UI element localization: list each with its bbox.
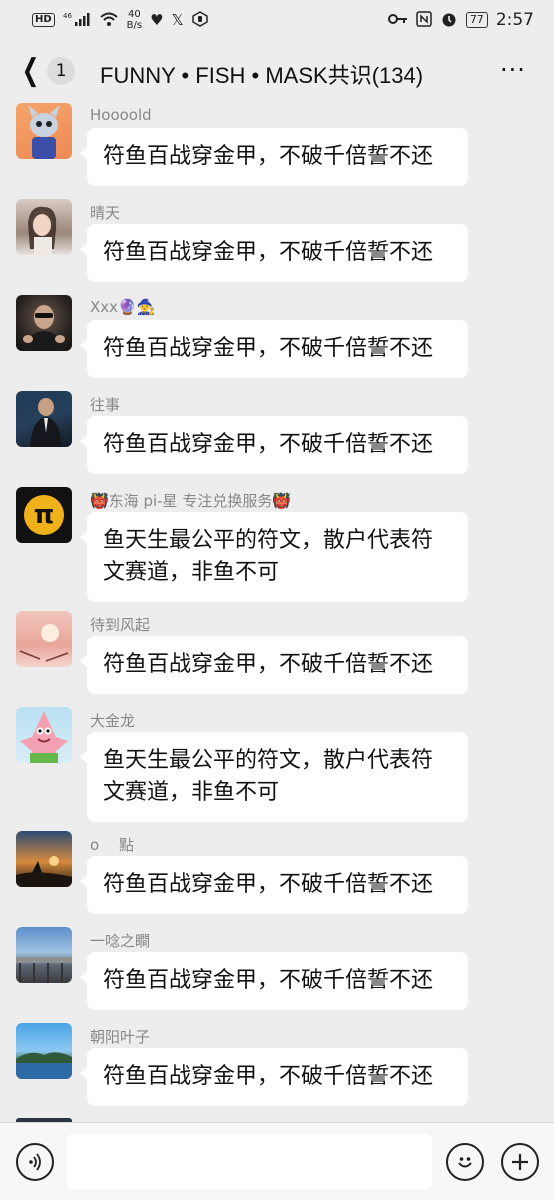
- back-button[interactable]: ❮ 1: [18, 53, 76, 88]
- avatar[interactable]: [16, 199, 72, 255]
- alarm-icon: [440, 10, 458, 31]
- avatar[interactable]: [16, 295, 72, 351]
- nfc-icon: [416, 10, 432, 30]
- message-bubble[interactable]: 符鱼百战穿金甲，不破千倍誓不还: [80, 224, 468, 282]
- message-bubble[interactable]: 符鱼百战穿金甲，不破千倍誓不还: [80, 636, 468, 694]
- hd-badge: HD: [32, 13, 55, 27]
- svg-text:46: 46: [63, 12, 72, 20]
- sender-name: 一唸之瞷: [90, 932, 151, 950]
- sender-name: 大金龙: [90, 712, 136, 730]
- message-input[interactable]: [67, 1134, 432, 1190]
- sender-name: Hoooold: [90, 106, 152, 124]
- message-bubble[interactable]: 符鱼百战穿金甲，不破千倍誓不还: [80, 128, 468, 186]
- avatar[interactable]: [16, 707, 72, 763]
- emoji-icon[interactable]: [446, 1143, 484, 1181]
- pi-logo: π: [24, 495, 64, 535]
- chat-header: ❮ 1 FUNNY • FISH • MASK共识(134) ···: [0, 40, 554, 104]
- avatar[interactable]: [16, 1023, 72, 1079]
- input-bar: [0, 1122, 554, 1200]
- x-logo-icon: 𝕏: [171, 10, 184, 29]
- voice-icon[interactable]: [16, 1143, 54, 1181]
- message-bubble[interactable]: 符鱼百战穿金甲，不破千倍誓不还: [80, 952, 468, 1010]
- sender-name: o 點: [90, 836, 134, 854]
- signal-icon: 46: [63, 11, 91, 30]
- key-icon: [387, 13, 408, 28]
- avatar[interactable]: [16, 611, 72, 667]
- chevron-left-icon: ❮: [21, 53, 40, 88]
- avatar[interactable]: [16, 831, 72, 887]
- avatar[interactable]: [16, 391, 72, 447]
- avatar[interactable]: [16, 103, 72, 159]
- wifi-icon: [99, 11, 119, 30]
- message-bubble[interactable]: 符鱼百战穿金甲，不破千倍誓不还: [80, 856, 468, 914]
- unread-count-badge: 1: [47, 57, 76, 85]
- clock-time: 2:57: [495, 10, 534, 30]
- sender-name: 朝阳叶子: [90, 1028, 151, 1046]
- message-bubble[interactable]: 符鱼百战穿金甲，不破千倍誓不还: [80, 1048, 468, 1106]
- message-bubble[interactable]: 符鱼百战穿金甲，不破千倍誓不还: [80, 320, 468, 378]
- sender-name: 晴天: [90, 204, 121, 222]
- net-speed: 40 B/s: [126, 9, 143, 31]
- sender-name: 👹东海 pi-星 专注兑换服务👹: [90, 492, 291, 510]
- message-bubble[interactable]: 鱼天生最公平的符文，散户代表符文赛道，非鱼不可: [80, 512, 468, 602]
- heart-icon: ♥: [150, 10, 164, 29]
- sender-name: 待到风起: [90, 616, 151, 634]
- avatar[interactable]: π: [16, 487, 72, 543]
- sender-name: Xxx🔮🧙: [90, 298, 156, 316]
- battery-icon: 77: [465, 12, 488, 28]
- sender-name: 往事: [90, 396, 121, 414]
- message-bubble[interactable]: 鱼天生最公平的符文，散户代表符文赛道，非鱼不可: [80, 732, 468, 822]
- hand-icon: [191, 10, 208, 30]
- message-bubble[interactable]: 符鱼百战穿金甲，不破千倍誓不还: [80, 416, 468, 474]
- more-options-button[interactable]: ···: [500, 58, 526, 82]
- avatar[interactable]: [16, 927, 72, 983]
- status-bar: HD 46 40 B/s ♥ 𝕏 77 2:57: [0, 0, 554, 40]
- chat-title: FUNNY • FISH • MASK共识(134): [100, 63, 424, 88]
- plus-icon[interactable]: [501, 1143, 539, 1181]
